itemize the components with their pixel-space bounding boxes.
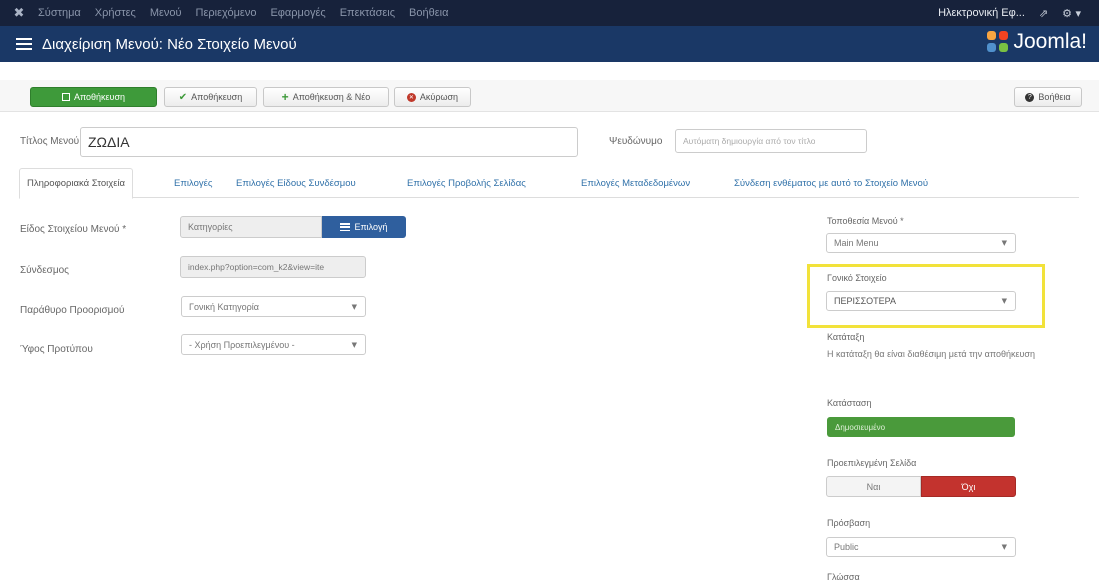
- page-header: Διαχείριση Μενού: Νέο Στοιχείο Μενού Joo…: [0, 26, 1099, 62]
- brand-name: Joomla!: [1013, 30, 1087, 53]
- tab-metadata-options[interactable]: Επιλογές Μεταδεδομένων: [574, 168, 697, 198]
- save-new-button[interactable]: + Αποθήκευση & Νέο: [263, 87, 389, 107]
- help-label: Βοήθεια: [1038, 92, 1071, 102]
- list-icon: [340, 223, 351, 231]
- status-value: Δημοσιευμένο: [835, 422, 886, 432]
- template-style-value: - Χρήση Προεπιλεγμένου -: [189, 339, 295, 350]
- page-title: Διαχείριση Μενού: Νέο Στοιχείο Μενού: [42, 35, 297, 53]
- status-label: Κατάσταση: [827, 398, 872, 408]
- link-value: index.php?option=com_k2&view=ite: [188, 262, 325, 272]
- tab-bar: Πληροφοριακά Στοιχεία Επιλογές Επιλογές …: [19, 168, 1079, 199]
- tab-options[interactable]: Επιλογές: [167, 168, 219, 198]
- menu-system[interactable]: Σύστημα: [38, 7, 81, 19]
- access-label: Πρόσβαση: [827, 518, 871, 528]
- select-type-button[interactable]: Επιλογή: [322, 216, 406, 238]
- alias-label: Ψευδώνυμο: [609, 136, 663, 147]
- status-published-button[interactable]: Δημοσιευμένο: [827, 417, 1015, 437]
- save-label: Αποθήκευση: [191, 92, 243, 102]
- toolbar: Αποθήκευση ✔ Αποθήκευση + Αποθήκευση & Ν…: [0, 80, 1099, 112]
- menu-location-select[interactable]: Main Menu ▼: [826, 233, 1016, 253]
- question-icon: ?: [1025, 92, 1035, 102]
- chevron-down-icon: ▼: [1001, 297, 1007, 305]
- access-value: Public: [834, 542, 859, 552]
- menu-location-label: Τοποθεσία Μενού *: [827, 216, 904, 226]
- top-navbar: ✖ Σύστημα Χρήστες Μενού Περιεχόμενο Εφαρ…: [0, 0, 1099, 26]
- tab-module-assignment[interactable]: Σύνδεση ενθέματος με αυτό το Στοιχείο Με…: [727, 168, 935, 198]
- menu-location-value: Main Menu: [834, 238, 879, 248]
- help-button[interactable]: ? Βοήθεια: [1014, 87, 1082, 107]
- chevron-down-icon: ▼: [1001, 239, 1007, 247]
- save-icon: [61, 93, 70, 101]
- chevron-down-icon: ▼: [1001, 543, 1007, 551]
- cancel-label: Ακύρωση: [419, 92, 459, 102]
- default-page-toggle: Ναι Όχι: [826, 476, 1016, 497]
- joomla-icon[interactable]: ✖: [6, 6, 32, 21]
- topnav-right: Ηλεκτρονική Εφ... ⇗ ⚙ ▾: [938, 0, 1081, 26]
- alias-input[interactable]: Αυτόματη δημιουργία από τον τίτλο: [675, 129, 867, 153]
- target-window-value: Γονική Κατηγορία: [189, 301, 259, 312]
- joomla-logo-icon: [987, 31, 1009, 53]
- chevron-down-icon: ▼: [351, 340, 357, 349]
- menu-title-value: ΖΩΔΙΑ: [88, 134, 130, 150]
- language-label: Γλώσσα: [827, 572, 860, 582]
- admin-menu: Σύστημα Χρήστες Μενού Περιεχόμενο Εφαρμο…: [38, 7, 448, 19]
- user-gear-icon[interactable]: ⚙ ▾: [1062, 7, 1081, 20]
- default-page-no-button[interactable]: Όχι: [921, 476, 1016, 497]
- menu-components[interactable]: Εφαρμογές: [270, 7, 325, 19]
- parent-item-value: ΠΕΡΙΣΣΟΤΕΡΑ: [834, 296, 896, 306]
- tab-details[interactable]: Πληροφοριακά Στοιχεία: [19, 168, 134, 199]
- default-page-label: Προεπιλεγμένη Σελίδα: [827, 458, 917, 468]
- menu-extensions[interactable]: Επεκτάσεις: [340, 7, 395, 19]
- menu-item-type-label: Είδος Στοιχείου Μενού *: [20, 224, 127, 235]
- parent-item-label: Γονικό Στοιχείο: [827, 273, 887, 283]
- chevron-down-icon: ▼: [351, 302, 357, 311]
- menu-item-type-value: Κατηγορίες: [188, 222, 233, 232]
- check-icon: ✔: [178, 91, 188, 103]
- tab-link-type-options[interactable]: Επιλογές Είδους Συνδέσμου: [229, 168, 363, 198]
- cancel-button[interactable]: ✕ Ακύρωση: [394, 87, 471, 107]
- menu-title-label: Τίτλος Μενού *: [20, 136, 86, 147]
- select-type-label: Επιλογή: [354, 222, 388, 232]
- ordering-label: Κατάταξη: [827, 332, 865, 342]
- plus-icon: +: [281, 90, 289, 104]
- save-button[interactable]: ✔ Αποθήκευση: [164, 87, 257, 107]
- link-label: Σύνδεσμος: [20, 265, 69, 276]
- tab-page-display-options[interactable]: Επιλογές Προβολής Σελίδας: [400, 168, 533, 198]
- menu-content[interactable]: Περιεχόμενο: [196, 7, 257, 19]
- target-window-select[interactable]: Γονική Κατηγορία ▼: [181, 296, 366, 317]
- menu-users[interactable]: Χρήστες: [95, 7, 136, 19]
- default-page-yes-button[interactable]: Ναι: [826, 476, 921, 497]
- save-close-button[interactable]: Αποθήκευση: [30, 87, 157, 107]
- target-window-label: Παράθυρο Προορισμού: [20, 305, 125, 316]
- template-style-select[interactable]: - Χρήση Προεπιλεγμένου - ▼: [181, 334, 366, 355]
- menu-menus[interactable]: Μενού: [150, 7, 182, 19]
- access-select[interactable]: Public ▼: [826, 537, 1016, 557]
- menu-title-input[interactable]: ΖΩΔΙΑ: [80, 127, 578, 157]
- template-style-label: Ύφος Προτύπου: [20, 344, 93, 355]
- cancel-icon: ✕: [406, 92, 416, 102]
- joomla-brand: Joomla!: [987, 30, 1087, 54]
- link-field: index.php?option=com_k2&view=ite: [180, 256, 366, 278]
- save-close-label: Αποθήκευση: [73, 92, 126, 102]
- site-link[interactable]: Ηλεκτρονική Εφ...: [938, 7, 1025, 19]
- external-link-icon[interactable]: ⇗: [1039, 7, 1048, 20]
- menu-item-type-field: Κατηγορίες: [180, 216, 322, 238]
- parent-item-select[interactable]: ΠΕΡΙΣΣΟΤΕΡΑ ▼: [826, 291, 1016, 311]
- menu-help[interactable]: Βοήθεια: [409, 7, 448, 19]
- alias-placeholder: Αυτόματη δημιουργία από τον τίτλο: [683, 136, 816, 146]
- save-new-label: Αποθήκευση & Νέο: [292, 92, 371, 102]
- ordering-note: Η κατάταξη θα είναι διαθέσιμη μετά την α…: [827, 349, 1035, 359]
- list-icon: [16, 38, 32, 50]
